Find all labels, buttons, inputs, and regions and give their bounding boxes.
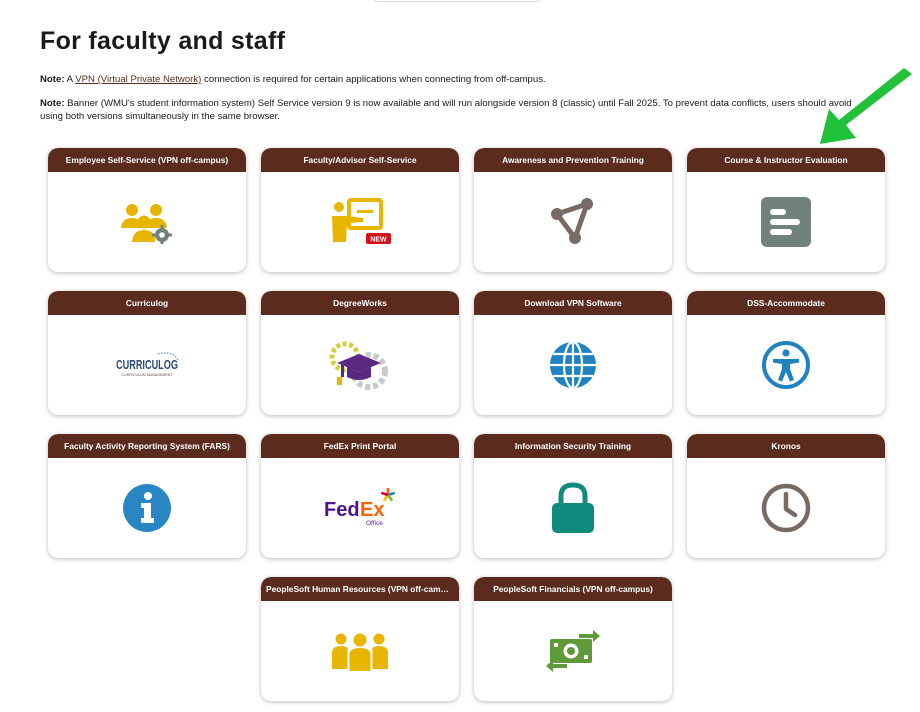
- green-arrow-annotation: [820, 68, 912, 144]
- note-label: Note:: [40, 98, 65, 109]
- tile-title: Faculty/Advisor Self-Service: [261, 148, 459, 172]
- curriculog-logo: CURRICULOG CURRICULUM MANAGEMENT: [116, 352, 179, 377]
- users-gear-icon: [121, 204, 172, 244]
- tile-title: DegreeWorks: [261, 291, 459, 315]
- money-exchange-icon: [546, 630, 600, 672]
- tile-dss-accommodate[interactable]: DSS-Accommodate: [687, 291, 885, 415]
- tile-title: DSS-Accommodate: [687, 291, 885, 315]
- vpn-note: Note: A VPN (Virtual Private Network) co…: [40, 74, 870, 87]
- tile-employee-self-service[interactable]: Employee Self-Service (VPN off-campus): [48, 148, 246, 272]
- tile-fars[interactable]: Faculty Activity Reporting System (FARS): [48, 434, 246, 558]
- tile-degreeworks[interactable]: DegreeWorks: [261, 291, 459, 415]
- tile-peoplesoft-financials[interactable]: PeopleSoft Financials (VPN off-campus): [474, 577, 672, 701]
- tile-title: Employee Self-Service (VPN off-campus): [48, 148, 246, 172]
- fedex-logo: Fed Ex Office: [324, 488, 396, 527]
- info-icon: [123, 484, 171, 532]
- tile-peoplesoft-human-resources[interactable]: PeopleSoft Human Resources (VPN off-camp…: [261, 577, 459, 701]
- note-label: Note:: [40, 74, 65, 85]
- tile-title: Information Security Training: [474, 434, 672, 458]
- tile-title: Course & Instructor Evaluation: [687, 148, 885, 172]
- tile-kronos[interactable]: Kronos: [687, 434, 885, 558]
- tile-curriculog[interactable]: Curriculog CURRICULOG CURRICULUM MANAGEM…: [48, 291, 246, 415]
- vpn-link[interactable]: VPN (Virtual Private Network): [75, 74, 201, 85]
- graduation-gears-icon: [329, 341, 388, 390]
- note-text: Banner (WMU's student information system…: [40, 98, 852, 122]
- network-nodes-icon: [551, 198, 593, 244]
- new-badge: NEW: [370, 237, 387, 244]
- people-group-icon: [332, 633, 388, 671]
- globe-icon: [550, 340, 596, 390]
- tile-information-security-training[interactable]: Information Security Training: [474, 434, 672, 558]
- accessibility-icon: [762, 341, 810, 389]
- curriculog-logo-subtext: CURRICULUM MANAGEMENT: [122, 373, 174, 377]
- note-prefix: A: [64, 74, 76, 85]
- fedex-ex-text: Ex: [360, 499, 384, 521]
- note-suffix: connection is required for certain appli…: [201, 74, 546, 85]
- tile-title: Faculty Activity Reporting System (FARS): [48, 434, 246, 458]
- banner-note: Note: Banner (WMU's student information …: [40, 98, 870, 123]
- fedex-office-text: Office: [366, 520, 383, 527]
- top-bar-tab: [372, 0, 542, 2]
- tile-title: Kronos: [687, 434, 885, 458]
- tile-title: Curriculog: [48, 291, 246, 315]
- tile-fedex-print-portal[interactable]: FedEx Print Portal Fed Ex Office: [261, 434, 459, 558]
- lock-icon: [552, 482, 594, 533]
- page-title: For faculty and staff: [40, 27, 286, 55]
- fedex-fed-text: Fed: [324, 499, 360, 521]
- clock-icon: [761, 483, 811, 533]
- tile-title: Awareness and Prevention Training: [474, 148, 672, 172]
- tile-faculty-advisor-self-service[interactable]: Faculty/Advisor Self-Service NEW: [261, 148, 459, 272]
- evaluation-lines-icon: [761, 197, 811, 247]
- presenter-board-icon: NEW: [332, 198, 391, 244]
- tile-title: PeopleSoft Human Resources (VPN off-camp…: [261, 577, 459, 601]
- tile-download-vpn-software[interactable]: Download VPN Software: [474, 291, 672, 415]
- tile-awareness-prevention-training[interactable]: Awareness and Prevention Training: [474, 148, 672, 272]
- curriculog-logo-text: CURRICULOG: [116, 358, 178, 372]
- tile-course-instructor-evaluation[interactable]: Course & Instructor Evaluation: [687, 148, 885, 272]
- tile-title: FedEx Print Portal: [261, 434, 459, 458]
- tile-title: Download VPN Software: [474, 291, 672, 315]
- tile-title: PeopleSoft Financials (VPN off-campus): [474, 577, 672, 601]
